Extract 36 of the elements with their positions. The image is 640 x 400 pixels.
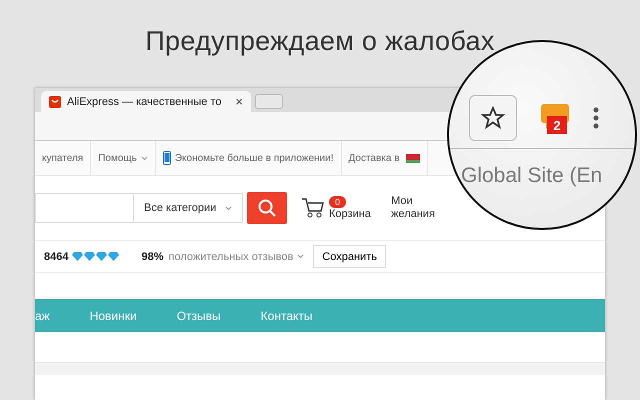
feedback-link[interactable]: положительных отзывов [168,250,304,262]
search-button[interactable] [247,192,287,224]
shopping-bag-icon [49,96,61,108]
site-text: Global Site (En [461,164,604,188]
nav-link[interactable]: Экономьте больше в приложении! [156,141,342,175]
star-icon [481,106,505,130]
chevron-icon [225,206,232,210]
tab-title: AliExpress — качественные то [67,96,222,108]
search-icon [258,199,276,217]
diamond-icon [84,252,96,261]
wishlist-link[interactable]: Мои желания [384,195,435,221]
close-button[interactable]: × [235,94,243,109]
save-button[interactable]: Сохранить [313,245,386,268]
cart-count: 0 [329,196,346,208]
flag-icon [404,154,420,162]
nav-link[interactable]: Доставка в [342,141,428,175]
store-score: 8464 [44,250,68,262]
category-dropdown[interactable]: Все категории [133,193,243,223]
chevron-icon [297,254,304,259]
nav-link[interactable]: купателя [35,141,92,175]
notification-count: 2 [547,116,567,134]
browser-tab[interactable]: AliExpress — качественные то × [41,91,251,112]
extension-button[interactable]: 2 [533,98,577,138]
headline: Предупреждаем о жалобах [145,26,495,58]
bookmark-button[interactable] [469,95,517,141]
phone-icon [162,151,171,165]
diamond-icon [96,252,108,261]
menu-icon[interactable] [593,107,599,129]
search-field[interactable] [35,193,133,223]
diamond-icon [72,252,84,261]
feedback-percent: 98% [141,250,164,262]
cart-icon [301,197,325,219]
cart-label: Корзина [329,208,371,220]
nav-link[interactable]: Помощь [91,141,156,175]
diamond-icon [108,252,120,261]
cart-link[interactable]: 0 Корзина [301,196,371,220]
